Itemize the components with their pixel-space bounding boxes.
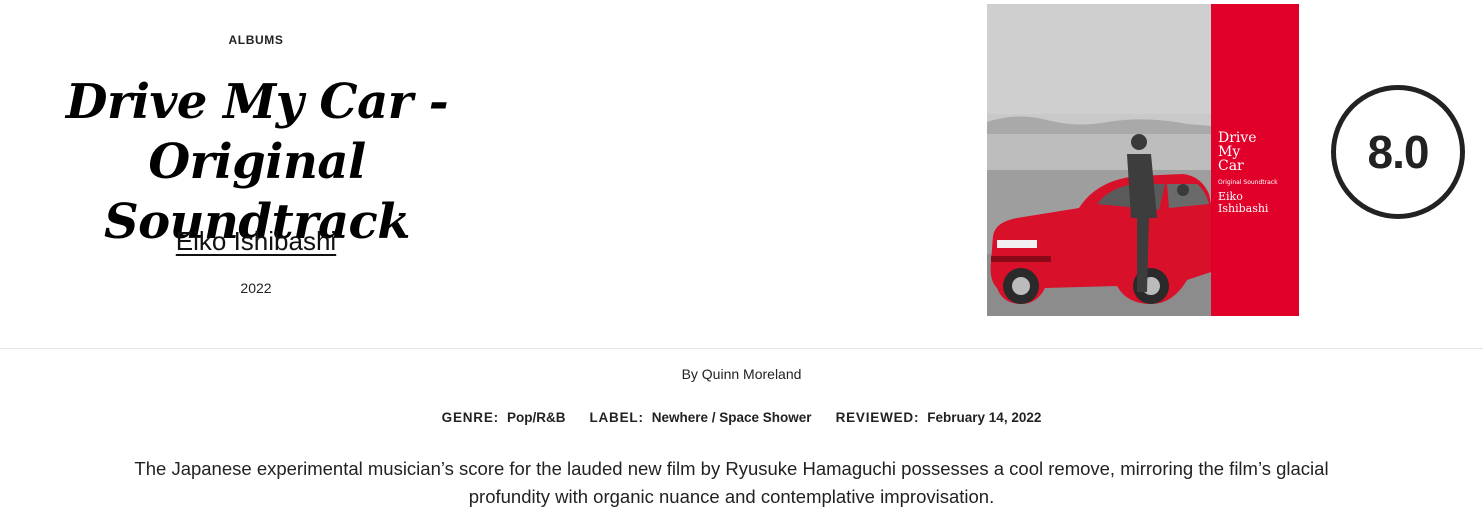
- genre-value[interactable]: Pop/R&B: [507, 410, 566, 425]
- cover-text-subtitle: Original Soundtrack: [1218, 179, 1278, 186]
- reviewed-value: February 14, 2022: [927, 410, 1042, 425]
- author-link[interactable]: Quinn Moreland: [702, 366, 802, 382]
- meta-genre: GENRE: Pop/R&B: [442, 410, 566, 425]
- album-cover-image: Drive My Car Original Soundtrack Eiko Is…: [987, 4, 1299, 316]
- byline: By Quinn Moreland: [0, 366, 1483, 382]
- release-year: 2022: [240, 280, 272, 296]
- meta-label: LABEL: Newhere / Space Shower: [589, 410, 811, 425]
- category-label[interactable]: ALBUMS: [156, 33, 356, 47]
- section-divider: [0, 348, 1483, 349]
- score-value: 8.0: [1367, 126, 1430, 178]
- reviewed-label: REVIEWED:: [835, 410, 920, 425]
- byline-prefix: By: [681, 366, 698, 382]
- score-ring: 8.0: [1331, 85, 1465, 219]
- cover-text-ishibashi: Ishibashi: [1218, 202, 1269, 215]
- album-title: Drive My Car - Original Soundtrack: [0, 72, 514, 252]
- meta-reviewed: REVIEWED: February 14, 2022: [836, 410, 1042, 425]
- cover-text-car: Car: [1218, 158, 1244, 174]
- review-page: ALBUMS Drive My Car - Original Soundtrac…: [0, 0, 1483, 515]
- label-value: Newhere / Space Shower: [651, 410, 812, 425]
- album-title-line-1: Drive My Car -: [65, 74, 449, 130]
- review-dek: The Japanese experimental musician’s sco…: [134, 458, 1329, 507]
- review-meta: GENRE: Pop/R&B LABEL: Newhere / Space Sh…: [0, 410, 1483, 425]
- label-label: LABEL:: [589, 410, 644, 425]
- genre-label: GENRE:: [441, 410, 499, 425]
- artist-link[interactable]: Eiko Ishibashi: [106, 226, 406, 257]
